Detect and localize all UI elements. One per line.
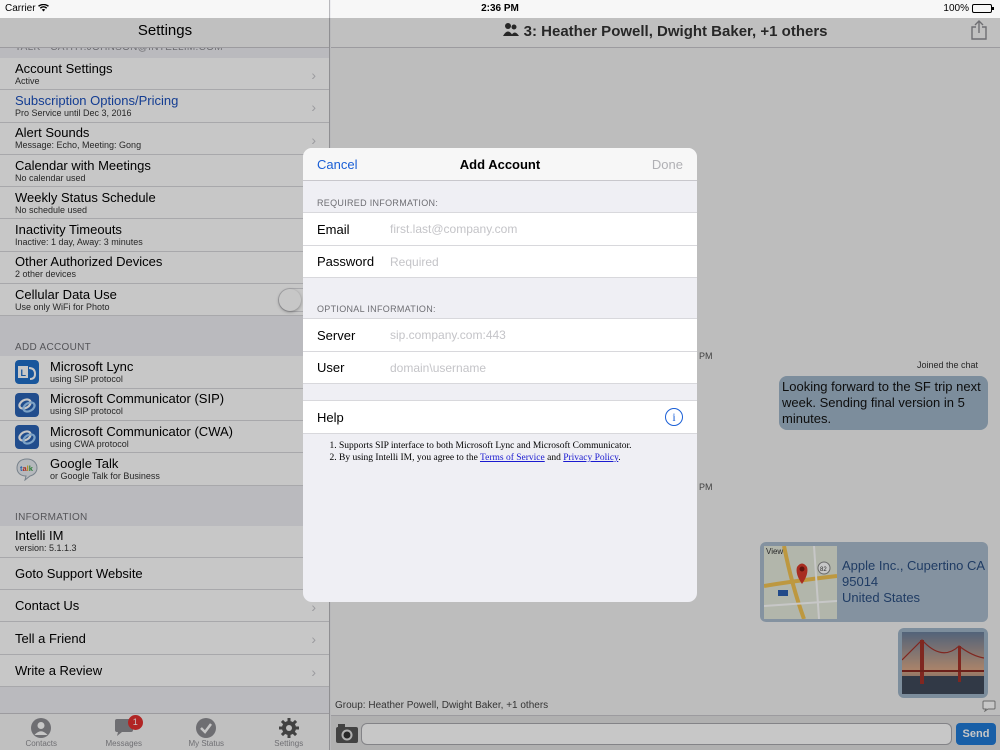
battery-indicator: 100% [943,3,994,14]
password-label: Password [317,254,375,269]
help-group: Help i [303,400,697,434]
required-info-header: REQUIRED INFORMATION: [317,198,439,208]
help-row[interactable]: Help i [303,401,697,433]
info-icon[interactable]: i [665,408,683,426]
email-field[interactable] [390,222,680,236]
note-item: By using Intelli IM, you agree to the Te… [339,452,683,464]
user-field[interactable] [390,360,680,375]
email-row: Email [303,213,697,245]
user-label: User [317,360,345,375]
help-label: Help [317,409,344,425]
terms-of-service-link[interactable]: Terms of Service [480,453,545,463]
optional-info-header: OPTIONAL INFORMATION: [317,304,436,314]
server-row: Server [303,319,697,351]
status-time: 2:36 PM [481,3,519,14]
help-notes: Supports SIP interface to both Microsoft… [303,434,697,464]
add-account-dialog: Cancel Add Account Done REQUIRED INFORMA… [303,148,697,602]
server-field[interactable] [390,328,680,342]
privacy-policy-link[interactable]: Privacy Policy [563,453,618,463]
password-row: Password [303,245,697,277]
optional-info-group: Server User [303,318,697,384]
required-info-group: Email Password [303,212,697,278]
server-label: Server [317,327,356,343]
battery-icon [972,4,994,13]
password-field[interactable] [390,254,680,269]
note-item: Supports SIP interface to both Microsoft… [339,440,683,452]
status-bar: Carrier 2:36 PM 100% [0,0,1000,18]
dialog-header: Cancel Add Account Done [303,148,697,181]
email-label: Email [317,221,350,237]
dialog-title: Add Account [459,157,541,172]
user-row: User [303,351,697,383]
done-button[interactable]: Done [652,157,683,172]
